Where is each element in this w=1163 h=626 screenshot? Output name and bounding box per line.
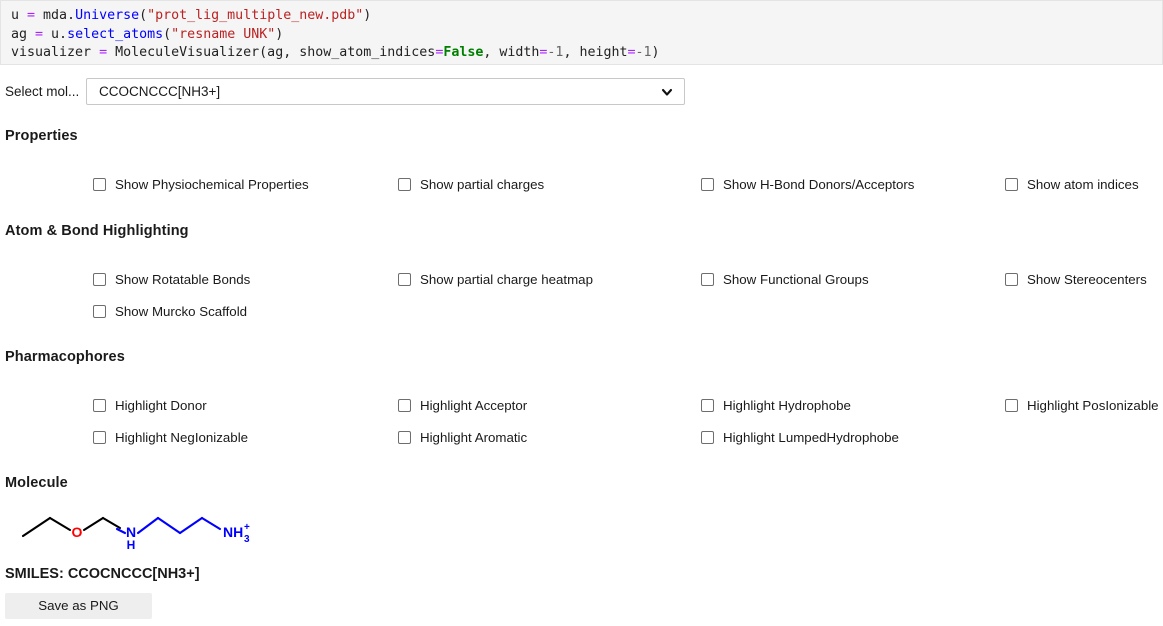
checkbox-icon[interactable] [701, 272, 714, 286]
code-token: ) [275, 26, 284, 42]
checkbox-label: Show Rotatable Bonds [115, 271, 251, 287]
checkbox-icon[interactable] [398, 272, 411, 286]
code-token: u [11, 8, 28, 23]
code-token: "prot_lig_multiple_new.pdb" [147, 8, 364, 23]
checkbox-icon[interactable] [701, 177, 714, 191]
checkbox-icon[interactable] [93, 398, 106, 412]
checkbox-icon[interactable] [93, 304, 106, 318]
chevron-down-icon [661, 85, 673, 97]
code-token: = [627, 45, 636, 60]
checkbox-icon[interactable] [93, 430, 106, 444]
code-token: Universe [75, 8, 140, 23]
checkbox-row[interactable]: Show Functional Groups [701, 269, 869, 289]
checkbox-icon[interactable] [398, 177, 411, 191]
checkbox-row[interactable]: Highlight Hydrophobe [701, 395, 851, 415]
atom-label-ammonium: NH [223, 524, 243, 540]
checkbox-row[interactable]: Highlight Donor [93, 395, 207, 415]
code-line-2: ag = u.select_atoms("resname UNK") [11, 26, 1162, 45]
code-token: = [35, 26, 44, 42]
checkbox-row[interactable]: Highlight Aromatic [398, 427, 527, 447]
molecule-select-label: Select mol... [5, 83, 80, 99]
checkbox-row[interactable]: Show partial charges [398, 174, 544, 194]
code-token: mda. [35, 8, 76, 23]
section-title: Pharmacophores [5, 349, 125, 365]
checkbox-icon[interactable] [398, 430, 411, 444]
molecule-select[interactable]: CCOCNCCC[NH3+] [86, 77, 685, 105]
checkbox-label: Highlight Acceptor [420, 397, 528, 413]
checkbox-icon[interactable] [93, 272, 106, 286]
code-token: select_atoms [67, 26, 164, 42]
checkbox-icon[interactable] [701, 398, 714, 412]
checkbox-row[interactable]: Show Rotatable Bonds [93, 269, 250, 289]
code-token: "resname UNK" [171, 26, 276, 42]
atom-label-nitrogen-hydrogen: H [127, 538, 136, 552]
checkbox-icon[interactable] [701, 430, 714, 444]
code-token: = [99, 45, 108, 60]
code-token: , height [563, 45, 628, 60]
checkbox-row[interactable]: Show Physiochemical Properties [93, 174, 309, 194]
code-token: ( [139, 8, 148, 23]
code-token: = [27, 8, 36, 23]
checkbox-row[interactable]: Highlight Acceptor [398, 395, 527, 415]
smiles-text: SMILES: CCOCNCCC[NH3+] [5, 566, 200, 582]
checkbox-label: Show Physiochemical Properties [115, 176, 309, 192]
code-cell[interactable]: u = mda.Universe("prot_lig_multiple_new.… [0, 0, 1163, 65]
checkbox-icon[interactable] [1005, 398, 1018, 412]
checkbox-label: Show Functional Groups [723, 271, 869, 287]
save-as-png-button[interactable]: Save as PNG [5, 593, 152, 619]
checkbox-label: Highlight Hydrophobe [723, 397, 851, 413]
molecule-select-value: CCOCNCCC[NH3+] [99, 83, 221, 99]
code-token: ag [11, 26, 36, 42]
code-token: MoleculeVisualizer(ag, show_atom_indices [107, 45, 436, 60]
atom-label-ammonium-charge: + [244, 522, 250, 533]
section-title: Molecule [5, 475, 68, 491]
code-token: False [443, 45, 484, 60]
code-token: , width [483, 45, 540, 60]
checkbox-label: Show partial charges [420, 176, 545, 192]
checkbox-row[interactable]: Show Stereocenters [1005, 269, 1147, 289]
checkbox-row[interactable]: Show Murcko Scaffold [93, 301, 247, 321]
code-token: -1 [547, 45, 564, 60]
checkbox-row[interactable]: Show partial charge heatmap [398, 269, 593, 289]
code-token: -1 [635, 45, 652, 60]
checkbox-label: Show Murcko Scaffold [115, 303, 248, 319]
molecule-structure-drawing: O N H NH 3 + [12, 500, 262, 556]
checkbox-label: Show atom indices [1027, 176, 1139, 192]
checkbox-label: Highlight Donor [115, 397, 207, 413]
section-title: Atom & Bond Highlighting [5, 223, 189, 239]
checkbox-row[interactable]: Highlight PosIonizable [1005, 395, 1159, 415]
checkbox-icon[interactable] [398, 398, 411, 412]
code-token: ( [163, 26, 172, 42]
atom-label-ammonium-subscript: 3 [244, 534, 250, 545]
checkbox-row[interactable]: Highlight NegIonizable [93, 427, 248, 447]
checkbox-row[interactable]: Highlight LumpedHydrophobe [701, 427, 899, 447]
checkbox-icon[interactable] [1005, 177, 1018, 191]
code-token: visualizer [11, 45, 100, 60]
code-token: ) [651, 45, 660, 60]
molecule-select-row: Select mol... CCOCNCCC[NH3+] [0, 76, 1163, 106]
checkbox-label: Show H-Bond Donors/Acceptors [723, 176, 915, 192]
code-line-1: u = mda.Universe("prot_lig_multiple_new.… [11, 7, 1162, 26]
code-line-3: visualizer = MoleculeVisualizer(ag, show… [11, 44, 1162, 63]
checkbox-label: Highlight Aromatic [420, 429, 528, 445]
code-token: u. [43, 26, 68, 42]
checkbox-label: Highlight NegIonizable [115, 429, 249, 445]
checkbox-row[interactable]: Show atom indices [1005, 174, 1139, 194]
atom-label-oxygen: O [72, 524, 83, 540]
code-token: ) [363, 8, 372, 23]
checkbox-label: Highlight PosIonizable [1027, 397, 1159, 413]
section-title: Properties [5, 128, 78, 144]
checkbox-icon[interactable] [93, 177, 106, 191]
checkbox-icon[interactable] [1005, 272, 1018, 286]
checkbox-label: Highlight LumpedHydrophobe [723, 429, 899, 445]
checkbox-label: Show Stereocenters [1027, 271, 1147, 287]
checkbox-row[interactable]: Show H-Bond Donors/Acceptors [701, 174, 914, 194]
checkbox-label: Show partial charge heatmap [420, 271, 593, 287]
